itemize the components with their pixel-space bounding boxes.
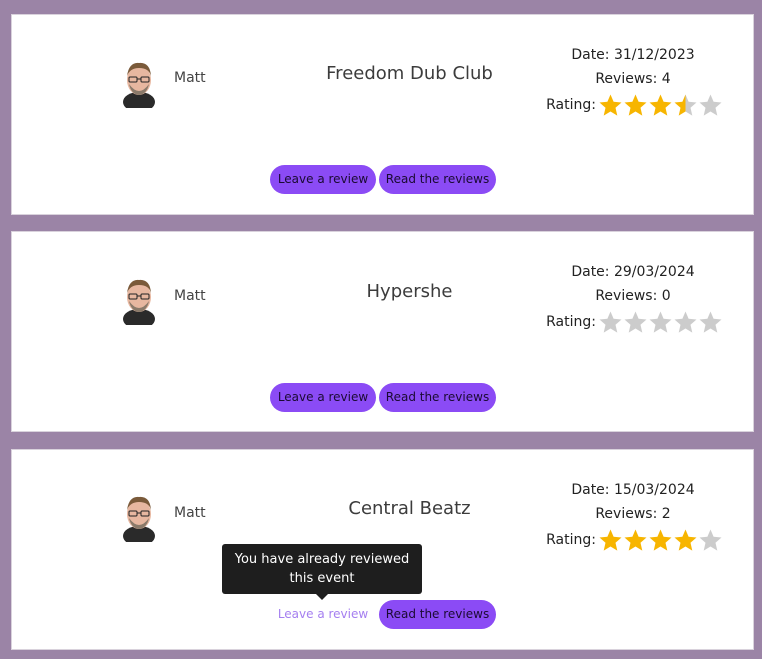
- star-icon: [674, 529, 697, 551]
- event-date: Date: 31/12/2023: [571, 47, 695, 63]
- star-icon: [624, 94, 647, 116]
- event-card: Matt Freedom Dub Club Date: 31/12/2023 R…: [11, 14, 754, 215]
- event-date: Date: 15/03/2024: [571, 482, 695, 498]
- star-icon: [649, 311, 672, 333]
- review-count: Reviews: 0: [595, 288, 671, 304]
- read-reviews-button[interactable]: Read the reviews: [379, 383, 496, 412]
- star-icon: [699, 94, 722, 116]
- star-icon: [599, 94, 622, 116]
- user-name: Matt: [174, 288, 206, 304]
- star-icon: [599, 311, 622, 333]
- star-icon: [699, 311, 722, 333]
- star-icon: [674, 311, 697, 333]
- star-icon: [674, 94, 697, 116]
- star-icon: [699, 529, 722, 551]
- avatar: [123, 62, 155, 108]
- avatar: [123, 496, 155, 542]
- star-icon: [649, 529, 672, 551]
- rating: Rating:: [543, 526, 723, 554]
- tooltip: You have already reviewed this event: [222, 544, 422, 594]
- star-icon: [624, 311, 647, 333]
- event-meta: Date: 29/03/2024 Reviews: 0 Rating:: [543, 260, 723, 336]
- read-reviews-button[interactable]: Read the reviews: [379, 600, 496, 629]
- leave-review-button[interactable]: Leave a review: [270, 383, 376, 412]
- event-card: Matt Hypershe Date: 29/03/2024 Reviews: …: [11, 231, 754, 432]
- event-title: Freedom Dub Club: [326, 63, 493, 84]
- rating-label: Rating:: [546, 314, 596, 330]
- star-icon: [624, 529, 647, 551]
- rating: Rating:: [543, 308, 723, 336]
- review-count: Reviews: 2: [595, 506, 671, 522]
- avatar: [123, 279, 155, 325]
- leave-review-button[interactable]: Leave a review: [270, 165, 376, 194]
- event-meta: Date: 15/03/2024 Reviews: 2 Rating:: [543, 478, 723, 554]
- event-date: Date: 29/03/2024: [571, 264, 695, 280]
- rating: Rating:: [543, 91, 723, 119]
- tooltip-arrow: [316, 594, 328, 600]
- star-icon: [599, 529, 622, 551]
- rating-label: Rating:: [546, 97, 596, 113]
- user-name: Matt: [174, 505, 206, 521]
- review-count: Reviews: 4: [595, 71, 671, 87]
- read-reviews-button[interactable]: Read the reviews: [379, 165, 496, 194]
- rating-label: Rating:: [546, 532, 596, 548]
- event-meta: Date: 31/12/2023 Reviews: 4 Rating:: [543, 43, 723, 119]
- event-title: Hypershe: [366, 281, 453, 302]
- user-name: Matt: [174, 70, 206, 86]
- leave-review-button[interactable]: Leave a review: [270, 600, 376, 629]
- event-title: Central Beatz: [348, 498, 471, 519]
- star-icon: [649, 94, 672, 116]
